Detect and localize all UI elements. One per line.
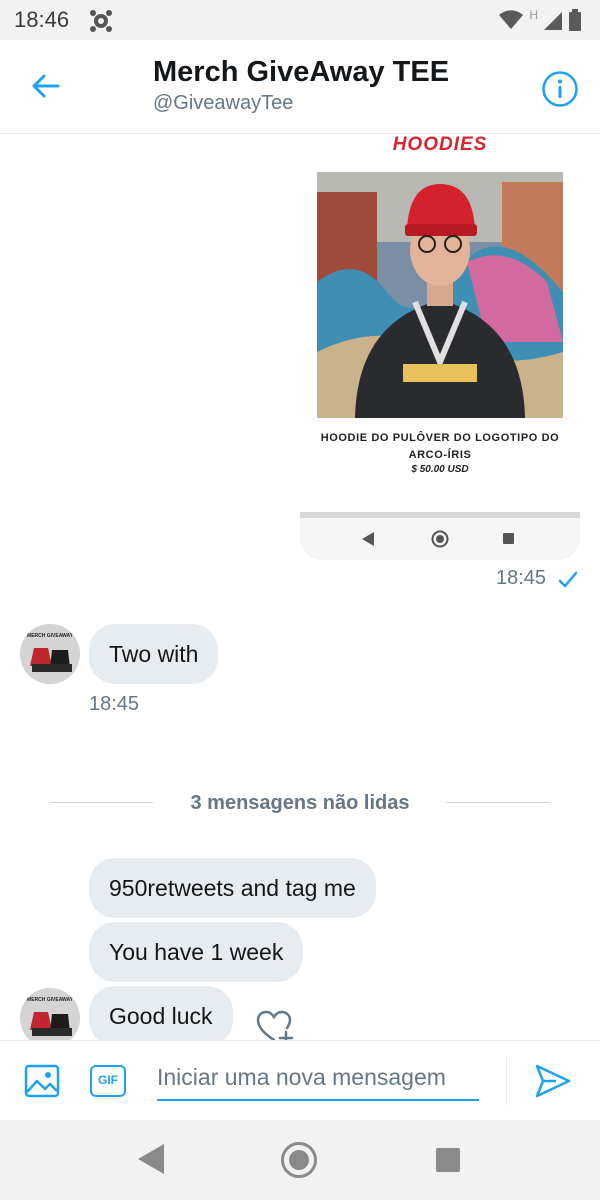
system-home-icon[interactable] [280,1141,318,1179]
add-reaction-heart-icon[interactable] [256,1010,294,1040]
unread-divider-label: 3 mensagens não lidas [190,792,410,814]
image-message[interactable]: HOODIES HOODIE DO PULÔVER DO LOGOTIPO DO… [300,134,580,560]
image-icon[interactable] [24,1063,60,1099]
recents-square-icon [503,533,514,544]
wifi-icon [499,10,524,29]
conversation-handle[interactable]: @GiveawayTee [153,92,293,115]
status-time: 18:46 [14,7,70,32]
divider-line-right [446,802,550,803]
sent-check-icon [558,571,578,588]
status-icons: H [499,8,582,32]
received-message[interactable]: 950retweets and tag me [89,858,376,918]
avatar-image: MERCH GIVEAWAY [20,988,80,1040]
network-type-label: H [529,8,538,22]
message-input[interactable] [157,1055,479,1101]
composer-separator [506,1057,507,1105]
promo-product-name: HOODIE DO PULÔVER DO LOGOTIPO DO ARCO-ÍR… [320,432,560,461]
signal-icon [544,12,562,30]
avatar-caption: MERCH GIVEAWAY [27,997,74,1003]
home-circle-icon [431,530,449,548]
avatar-caption: MERCH GIVEAWAY [27,633,74,639]
sender-avatar[interactable]: MERCH GIVEAWAY [20,624,80,684]
battery-icon [569,9,581,31]
promo-price: $ 50.00 USD [411,464,469,475]
promo-image: HOODIES HOODIE DO PULÔVER DO LOGOTIPO DO… [300,134,580,512]
received-message[interactable]: You have 1 week [89,922,304,982]
system-recents-icon[interactable] [436,1148,460,1172]
promo-title: HOODIES [392,134,488,155]
gif-button[interactable]: GIF [90,1065,126,1097]
avatar-image: MERCH GIVEAWAY [20,624,80,684]
message-composer: GIF [0,1040,600,1120]
system-back-icon[interactable] [136,1142,166,1176]
conversation-header: Merch GiveAway TEE @GiveawayTee [0,40,600,134]
back-arrow-icon[interactable] [28,68,64,104]
message-list[interactable]: HOODIES HOODIE DO PULÔVER DO LOGOTIPO DO… [0,134,600,1040]
received-message[interactable]: Two with [89,624,219,684]
notification-app-icon [90,10,112,32]
hoodie-model-photo [317,172,563,418]
received-message[interactable]: Good luck [89,986,233,1040]
screenshot-nav-bar [300,518,580,560]
system-navigation-bar [0,1120,600,1200]
message-timestamp: 18:45 [496,567,547,589]
message-timestamp: 18:45 [89,693,140,715]
info-icon[interactable] [541,70,579,108]
status-bar: 18:46 H [0,0,600,40]
back-triangle-icon [362,532,374,546]
conversation-title[interactable]: Merch GiveAway TEE [153,56,449,89]
send-icon[interactable] [534,1063,572,1099]
sender-avatar[interactable]: MERCH GIVEAWAY [20,988,80,1040]
